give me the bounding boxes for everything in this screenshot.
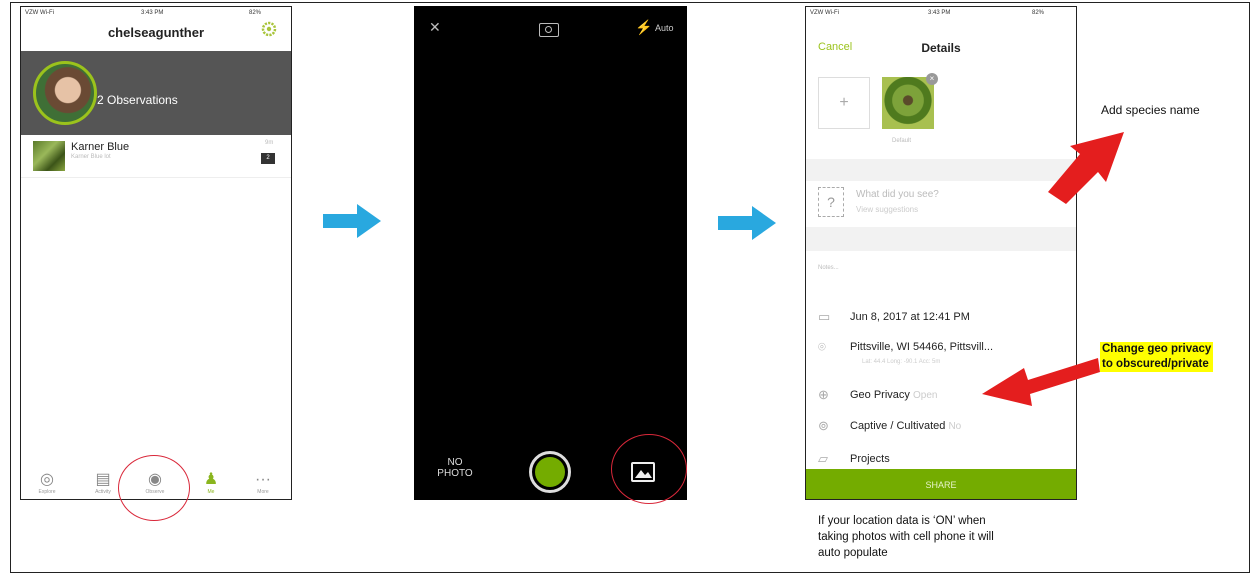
location-coords: Lat: 44.4 Long: -90.1 Acc: 5m <box>862 359 941 365</box>
tab-activity[interactable]: ▤ Activity <box>83 471 123 495</box>
avatar[interactable] <box>33 61 97 125</box>
list-item[interactable]: Karner Blue Karner Blue lot 9m 2 <box>21 137 291 178</box>
observation-time: 9m <box>265 140 274 146</box>
annotation-arrow-species <box>1048 132 1124 204</box>
section-divider <box>806 227 1076 251</box>
annotation-location-note: If your location data is ‘ON’ when takin… <box>818 513 994 561</box>
remove-photo-icon[interactable]: × <box>926 73 938 85</box>
tab-me[interactable]: ♟ Me <box>191 471 231 495</box>
username-title: chelseagunther <box>107 25 205 40</box>
profile-banner: 2 Observations <box>21 51 291 135</box>
calendar-icon: ▭ <box>818 309 831 324</box>
clock-text: 3:43 PM <box>141 10 164 16</box>
projects-icon: ▱ <box>818 451 828 466</box>
clock-text: 3:43 PM <box>928 10 951 16</box>
observation-thumbnail <box>33 141 65 171</box>
battery-text: 82% <box>1032 10 1045 16</box>
date-value: Jun 8, 2017 at 12:41 PM <box>850 311 970 323</box>
status-bar: VZW Wi-Fi 3:43 PM 82% <box>21 7 291 21</box>
species-input[interactable]: What did you see? <box>856 189 939 200</box>
share-button[interactable]: SHARE <box>806 469 1076 499</box>
observation-count[interactable]: 2 Observations <box>97 93 178 107</box>
more-icon: ··· <box>255 471 271 488</box>
notes-input[interactable]: Notes... <box>818 265 839 271</box>
highlight-circle-observe <box>118 455 190 521</box>
tab-explore[interactable]: ◎ Explore <box>27 471 67 495</box>
geo-privacy-label: Geo Privacy <box>850 389 910 401</box>
gear-icon[interactable] <box>261 21 277 37</box>
tab-more[interactable]: ··· More <box>243 471 283 495</box>
default-photo-label: Default <box>892 138 912 144</box>
camera-switch-icon[interactable] <box>539 23 559 37</box>
flow-arrow-2 <box>718 206 776 240</box>
close-icon[interactable]: ✕ <box>429 19 441 36</box>
person-icon: ♟ <box>203 471 219 488</box>
carrier-text: VZW Wi-Fi <box>810 10 839 16</box>
flash-mode-label[interactable]: Auto <box>655 23 674 33</box>
tab-label-explore: Explore <box>38 489 56 495</box>
tab-label-activity: Activity <box>95 489 111 495</box>
geo-privacy-value: Open <box>912 390 938 401</box>
captive-label: Captive / Cultivated <box>850 420 946 432</box>
shutter-inner <box>535 457 565 487</box>
section-divider <box>806 159 1076 181</box>
no-photo-button[interactable]: NO PHOTO <box>433 457 477 479</box>
shutter-button[interactable] <box>529 451 571 493</box>
captive-icon: ⊚ <box>818 418 829 433</box>
observation-title: Karner Blue <box>71 141 130 153</box>
phone-screen-details: VZW Wi-Fi 3:43 PM 82% Cancel Details + ×… <box>805 6 1077 500</box>
tab-label-me: Me <box>207 489 215 495</box>
observation-photo[interactable] <box>882 77 934 129</box>
annotation-geo-highlight: Change geo privacy to obscured/private <box>1100 342 1214 372</box>
tab-label-more: More <box>257 489 269 495</box>
location-note-line3: auto populate <box>818 547 888 559</box>
page-title: Details <box>921 41 961 55</box>
view-suggestions-link[interactable]: View suggestions <box>856 205 918 214</box>
flash-icon[interactable]: ⚡ <box>635 19 652 36</box>
status-bar: VZW Wi-Fi 3:43 PM 82% <box>806 7 1076 21</box>
date-row[interactable]: ▭ Jun 8, 2017 at 12:41 PM <box>818 303 1062 333</box>
phone-screen-camera: ✕ ⚡ Auto NO PHOTO <box>414 6 687 500</box>
flow-arrow-1 <box>323 204 381 238</box>
location-pin-icon: ⌾ <box>818 339 826 354</box>
globe-icon: ◎ <box>40 471 54 488</box>
comment-count-badge: 2 <box>261 153 275 164</box>
activity-icon: ▤ <box>95 471 111 488</box>
location-value: Pittsville, WI 54466, Pittsvill... <box>850 341 994 353</box>
carrier-text: VZW Wi-Fi <box>25 10 54 16</box>
species-icon[interactable]: ? <box>818 187 844 217</box>
globe-icon: ⊕ <box>818 387 829 402</box>
battery-text: 82% <box>249 10 262 16</box>
location-note-line2: taking photos with cell phone it will <box>818 531 994 543</box>
highlight-circle-gallery <box>611 434 687 504</box>
captive-value: No <box>948 421 962 432</box>
annotation-geo-line2: to obscured/private <box>1102 358 1209 370</box>
phone-screen-profile: VZW Wi-Fi 3:43 PM 82% chelseagunther 2 O… <box>20 6 292 500</box>
location-note-line1: If your location data is ‘ON’ when <box>818 515 986 527</box>
captive-row[interactable]: ⊚ Captive / Cultivated No <box>818 412 1062 442</box>
annotation-arrow-geo <box>982 358 1100 406</box>
annotation-geo-line1: Change geo privacy <box>1102 343 1212 355</box>
add-photo-button[interactable]: + <box>818 77 870 129</box>
annotation-species-text: Add species name <box>1101 103 1200 117</box>
observation-subtitle: Karner Blue lot <box>71 154 111 160</box>
projects-label: Projects <box>850 453 890 465</box>
